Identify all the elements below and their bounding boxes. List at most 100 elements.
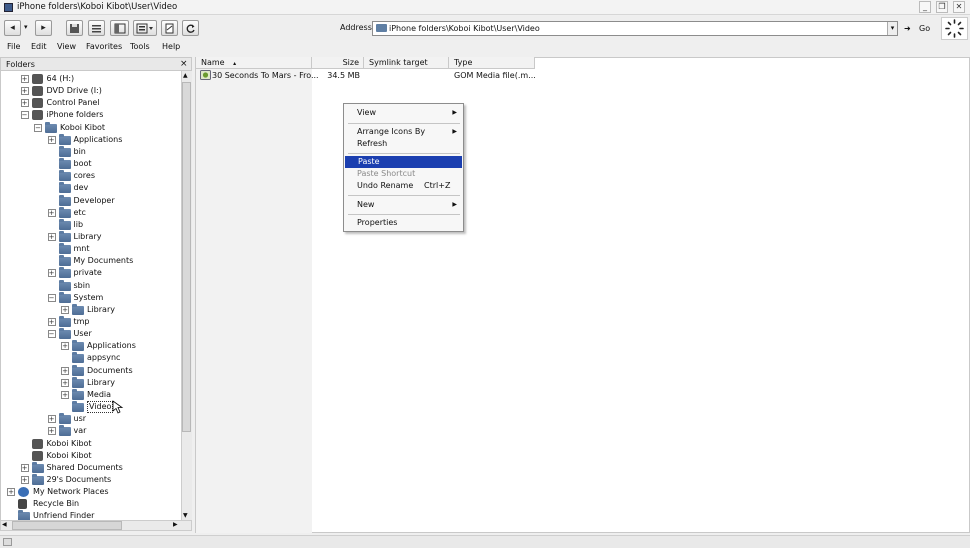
tree-node[interactable]: + Documents — [1, 364, 181, 377]
tree-node[interactable]: +64 (H:) — [1, 73, 181, 85]
tree-node[interactable]: + My Network Places — [1, 486, 181, 498]
tree-node[interactable]: Unfriend Finder — [1, 510, 181, 520]
collapse-icon[interactable]: − — [47, 293, 56, 302]
scroll-left-icon[interactable]: ◀ — [2, 521, 7, 528]
tree-node[interactable]: Recycle Bin — [1, 498, 181, 510]
tree-node[interactable]: − iPhone folders — [1, 109, 181, 121]
tree-node[interactable]: + Media — [1, 388, 181, 401]
context-item-new[interactable]: New ▶ — [344, 199, 463, 211]
context-item-paste[interactable]: Paste — [345, 156, 462, 168]
tree-node[interactable]: Developer — [1, 194, 181, 207]
save-icon[interactable] — [66, 20, 83, 36]
file-name[interactable]: 30 Seconds To Mars - Fro... — [212, 70, 319, 81]
tree-node[interactable]: + etc — [1, 206, 181, 219]
menu-edit[interactable]: Edit — [31, 42, 47, 51]
tree-node[interactable]: + private — [1, 267, 181, 279]
tree-node[interactable]: + Control Panel — [1, 97, 181, 109]
collapse-icon[interactable]: − — [47, 330, 56, 339]
expand-icon[interactable]: + — [20, 87, 29, 96]
tree-node[interactable]: + Applications — [1, 340, 181, 352]
back-history-dropdown[interactable]: ▾ — [24, 23, 28, 31]
expand-icon[interactable]: + — [47, 208, 56, 217]
column-header-type[interactable]: Type — [449, 57, 535, 69]
expand-icon[interactable]: + — [47, 415, 56, 424]
column-header-symlink[interactable]: Symlink target — [364, 57, 449, 69]
tree-node[interactable]: + usr — [1, 413, 181, 425]
tree-node[interactable]: − User — [1, 328, 181, 340]
tree-node[interactable]: +29's Documents — [1, 473, 181, 486]
tree-node[interactable]: sbin — [1, 279, 181, 292]
expand-icon[interactable]: + — [20, 75, 29, 83]
view-list-icon[interactable] — [88, 20, 105, 36]
expand-icon[interactable]: + — [20, 99, 29, 108]
expand-icon[interactable]: + — [47, 232, 56, 241]
tree-node[interactable]: appsync — [1, 352, 181, 364]
tree-node[interactable]: Koboi Kibot — [1, 438, 181, 450]
context-item-refresh[interactable]: Refresh — [344, 138, 463, 150]
menu-favorites[interactable]: Favorites — [86, 42, 122, 51]
context-item-arrange-icons-by[interactable]: Arrange Icons By ▶ — [344, 126, 463, 138]
folder-tree: +64 (H:) + DVD Drive (I:) + Control Panel − iP… — [0, 71, 181, 520]
expand-icon[interactable]: + — [20, 463, 29, 472]
tree-node[interactable]: dev — [1, 182, 181, 194]
expand-icon[interactable]: + — [61, 305, 69, 314]
context-item-properties[interactable]: Properties — [344, 217, 463, 229]
go-arrow-icon[interactable]: ➜ — [904, 24, 911, 33]
tree-node[interactable]: + Library — [1, 230, 181, 243]
views-menu-icon[interactable] — [133, 20, 157, 36]
tree-node[interactable]: + Shared Documents — [1, 461, 181, 474]
column-header-name[interactable]: Name ▴ — [196, 57, 312, 69]
tree-node[interactable]: + tmp — [1, 316, 181, 328]
tree-node[interactable]: cores — [1, 170, 181, 182]
context-item-view[interactable]: View ▶ — [344, 107, 463, 119]
back-button[interactable]: ◂ — [4, 20, 21, 36]
tree-node[interactable]: mnt — [1, 243, 181, 255]
menu-view[interactable]: View — [57, 42, 76, 51]
expand-icon[interactable]: + — [47, 427, 56, 436]
minimize-button[interactable]: _ — [919, 1, 931, 13]
go-button[interactable]: Go — [919, 24, 930, 33]
properties-icon[interactable] — [161, 20, 178, 36]
menu-tools[interactable]: Tools — [130, 42, 150, 51]
context-item-undo-rename[interactable]: Undo Rename Ctrl+Z — [344, 180, 463, 192]
tree-node[interactable]: Koboi Kibot — [1, 450, 181, 462]
collapse-icon[interactable]: − — [20, 111, 29, 120]
menu-help[interactable]: Help — [162, 42, 180, 51]
expand-icon[interactable]: + — [61, 366, 69, 375]
tree-node[interactable]: − System — [1, 291, 181, 304]
tree-node[interactable]: + Library — [1, 376, 181, 389]
tree-node[interactable]: Video — [1, 401, 181, 414]
expand-icon[interactable]: + — [47, 135, 56, 144]
expand-icon[interactable]: + — [7, 488, 15, 497]
forward-button[interactable]: ▸ — [35, 20, 52, 36]
column-header-size[interactable]: Size — [312, 57, 364, 69]
expand-icon[interactable]: + — [20, 475, 29, 484]
close-button[interactable]: ✕ — [953, 1, 965, 13]
refresh-icon[interactable] — [182, 20, 199, 36]
folders-toggle-icon[interactable] — [110, 20, 129, 36]
tree-node[interactable]: bin — [1, 145, 181, 158]
tree-vertical-scroll-thumb[interactable] — [182, 82, 191, 432]
folders-close-icon[interactable]: × — [180, 59, 188, 69]
scroll-down-icon[interactable]: ▼ — [183, 512, 188, 519]
tree-node[interactable]: boot — [1, 158, 181, 170]
tree-node[interactable]: + DVD Drive (I:) — [1, 85, 181, 97]
tree-node[interactable]: + Library — [1, 303, 181, 316]
expand-icon[interactable]: + — [47, 269, 56, 278]
tree-node[interactable]: + Applications — [1, 133, 181, 146]
scroll-up-icon[interactable]: ▲ — [183, 72, 188, 79]
tree-node[interactable]: − Koboi Kibot — [1, 121, 181, 134]
address-dropdown-icon[interactable]: ▾ — [887, 22, 897, 35]
tree-node[interactable]: + var — [1, 425, 181, 437]
maximize-button[interactable]: ❐ — [936, 1, 948, 13]
expand-icon[interactable]: + — [61, 390, 69, 399]
scroll-right-icon[interactable]: ▶ — [173, 521, 178, 528]
expand-icon[interactable]: + — [47, 318, 56, 326]
menu-file[interactable]: File — [7, 42, 20, 51]
tree-node[interactable]: lib — [1, 218, 181, 231]
tree-horizontal-scroll-thumb[interactable] — [12, 521, 122, 530]
tree-node[interactable]: My Documents — [1, 255, 181, 267]
expand-icon[interactable]: + — [61, 342, 69, 351]
collapse-icon[interactable]: − — [34, 123, 42, 132]
expand-icon[interactable]: + — [61, 378, 69, 387]
